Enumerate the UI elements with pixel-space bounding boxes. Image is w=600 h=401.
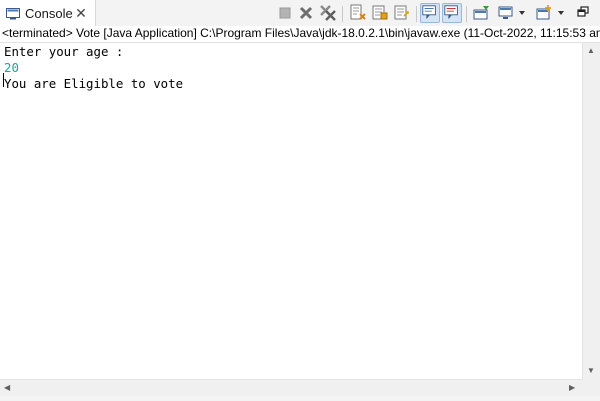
scroll-right-icon[interactable]: ▶ <box>569 383 575 393</box>
double-grey-x-icon <box>320 5 336 21</box>
bottom-strip <box>0 396 600 401</box>
tab-console[interactable]: Console ✕ <box>0 0 96 27</box>
console-line: You are Eligible to vote <box>4 76 184 91</box>
open-console-dropdown[interactable] <box>556 3 566 23</box>
restore-icon <box>577 6 589 17</box>
display-selected-console-button[interactable] <box>496 3 516 23</box>
console-tab-bar: Console ✕ <box>0 0 600 27</box>
minimize-button[interactable] <box>574 3 594 23</box>
monitor-icon <box>498 6 513 19</box>
horizontal-scrollbar[interactable]: ◀ ▶ <box>0 379 582 396</box>
console-line: Enter your age : <box>4 44 124 59</box>
display-console-dropdown[interactable] <box>517 3 527 23</box>
clear-console-icon <box>350 4 366 20</box>
clear-console-button[interactable] <box>348 3 368 23</box>
pin-console-button[interactable] <box>472 3 492 23</box>
scroll-left-icon[interactable]: ◀ <box>4 383 10 393</box>
tab-console-label: Console <box>25 6 73 21</box>
toolbar-separator <box>466 6 467 22</box>
grey-x-icon <box>299 6 313 20</box>
toolbar-separator <box>416 6 417 22</box>
remove-all-terminated-button[interactable] <box>318 3 338 23</box>
process-info-text: <terminated> Vote [Java Application] C:\… <box>2 26 600 40</box>
show-console-on-stderr-button[interactable] <box>442 3 462 23</box>
close-icon[interactable]: ✕ <box>73 5 89 21</box>
console-output[interactable]: Enter your age : 20 You are Eligible to … <box>0 43 582 379</box>
vertical-scrollbar[interactable]: ▲ ▼ <box>582 43 600 379</box>
stop-square-icon <box>279 7 291 19</box>
scroll-down-icon[interactable]: ▼ <box>587 366 595 376</box>
console-input-line: 20 <box>4 60 19 75</box>
console-icon <box>6 7 20 20</box>
console-toolbar <box>272 3 600 25</box>
scroll-up-icon[interactable]: ▲ <box>587 46 595 56</box>
console-stdout-icon <box>422 5 436 20</box>
open-console-button[interactable] <box>534 3 554 23</box>
console-stderr-icon <box>444 5 458 20</box>
word-wrap-icon <box>394 5 409 20</box>
console-view: Console ✕ <terminated> Vote [Java Applic… <box>0 0 600 401</box>
text-caret <box>3 73 4 87</box>
remove-launch-button[interactable] <box>296 3 316 23</box>
new-console-icon <box>536 5 551 20</box>
process-info-bar: <terminated> Vote [Java Application] C:\… <box>0 26 600 43</box>
show-console-on-stdout-button[interactable] <box>420 3 440 23</box>
toolbar-separator <box>342 6 343 22</box>
scroll-lock-icon <box>372 5 388 20</box>
word-wrap-button[interactable] <box>392 3 412 23</box>
chevron-down-icon <box>558 11 564 15</box>
pin-icon <box>473 6 489 20</box>
scroll-lock-button[interactable] <box>370 3 390 23</box>
scrollbar-corner <box>582 379 600 396</box>
terminate-button[interactable] <box>275 3 295 23</box>
chevron-down-icon <box>519 11 525 15</box>
